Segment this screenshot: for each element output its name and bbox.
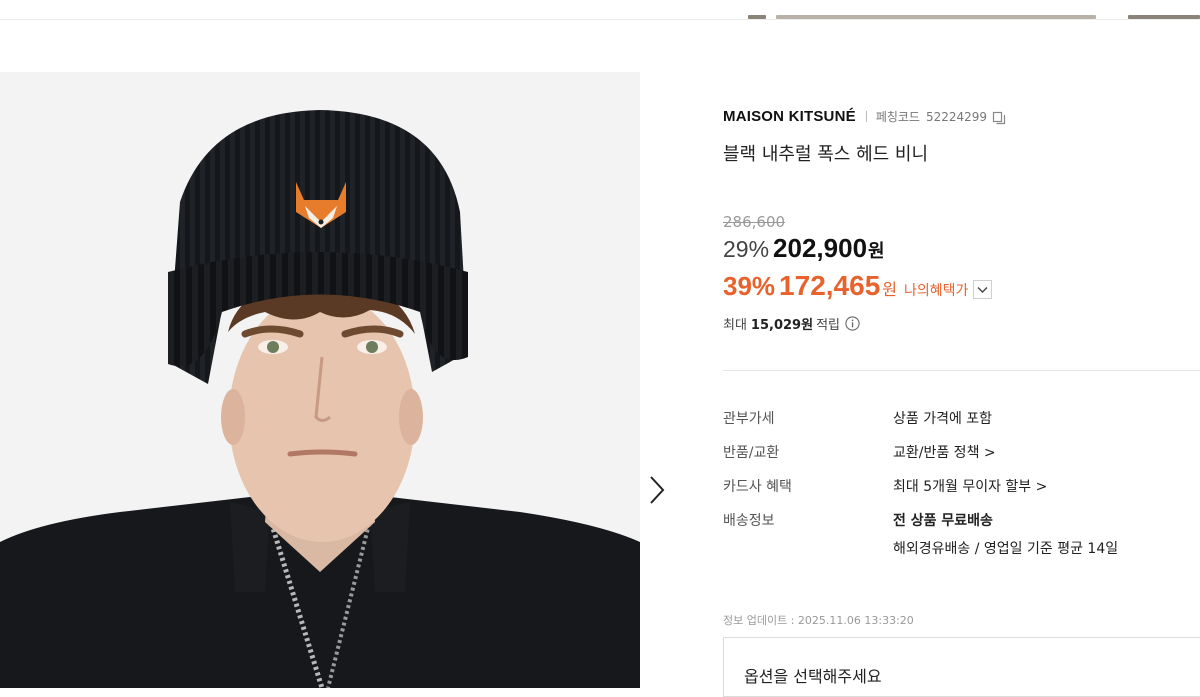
spec-label: 카드사 혜택 bbox=[723, 479, 792, 495]
update-timestamp: 정보 업데이트 : 2025.11.06 13:33:20 bbox=[723, 614, 914, 627]
points-prefix: 최대 bbox=[723, 318, 747, 333]
copy-icon[interactable] bbox=[992, 110, 1006, 124]
installment-link[interactable]: 최대 5개월 무이자 할부 > bbox=[893, 476, 1047, 496]
brand-row: MAISON KITSUNÉ 페칭코드 52224299 bbox=[723, 108, 1006, 125]
member-discount-rate: 39% bbox=[723, 271, 776, 301]
product-image bbox=[0, 72, 640, 688]
model-photo-illustration bbox=[0, 72, 640, 688]
member-price-row: 39% 172,465 원 나의혜택가 bbox=[723, 270, 993, 302]
product-code: 52224299 bbox=[925, 109, 988, 124]
section-divider bbox=[723, 370, 1200, 371]
option-select[interactable]: 옵션을 선택해주세요 bbox=[723, 637, 1200, 697]
shipping-detail: 해외경유배송 / 영업일 기준 평균 14일 bbox=[893, 541, 1119, 557]
free-shipping-text: 전 상품 무료배송 bbox=[893, 513, 993, 529]
option-placeholder: 옵션을 선택해주세요 bbox=[744, 667, 882, 686]
brand-name[interactable]: MAISON KITSUNÉ bbox=[723, 108, 856, 125]
product-title: 블랙 내추럴 폭스 헤드 비니 bbox=[723, 144, 929, 165]
next-image-button[interactable] bbox=[642, 472, 672, 508]
discount-rate: 29% bbox=[723, 236, 770, 262]
product-info-panel: MAISON KITSUNÉ 페칭코드 52224299 블랙 내추럴 폭스 헤… bbox=[723, 0, 1200, 697]
reward-points: 최대 15,029원 적립 bbox=[723, 314, 860, 333]
sale-price-row: 29% 202,900 원 bbox=[723, 233, 885, 264]
return-policy-link[interactable]: 교환/반품 정책 > bbox=[893, 442, 996, 462]
info-icon[interactable] bbox=[845, 316, 860, 331]
original-price: 286,600 bbox=[723, 213, 786, 231]
spec-label: 반품/교환 bbox=[723, 445, 780, 461]
spec-label: 관부가세 bbox=[723, 411, 775, 427]
product-code-label: 페칭코드 bbox=[875, 110, 920, 124]
my-benefit-price-label[interactable]: 나의혜택가 bbox=[904, 280, 968, 300]
spec-value: 전 상품 무료배송 bbox=[893, 510, 993, 530]
spec-value: 상품 가격에 포함 bbox=[893, 411, 993, 427]
member-currency-unit: 원 bbox=[882, 280, 897, 299]
points-amount: 15,029원 bbox=[750, 318, 814, 333]
sale-price: 202,900 bbox=[773, 233, 868, 263]
currency-unit: 원 bbox=[868, 241, 885, 262]
member-price: 172,465 bbox=[779, 270, 881, 301]
spec-label: 배송정보 bbox=[723, 513, 775, 529]
points-suffix: 적립 bbox=[816, 318, 840, 333]
chevron-right-icon bbox=[650, 476, 665, 504]
brand-separator bbox=[865, 111, 867, 122]
benefit-dropdown-toggle[interactable] bbox=[973, 280, 993, 299]
chevron-down-icon bbox=[977, 287, 988, 293]
